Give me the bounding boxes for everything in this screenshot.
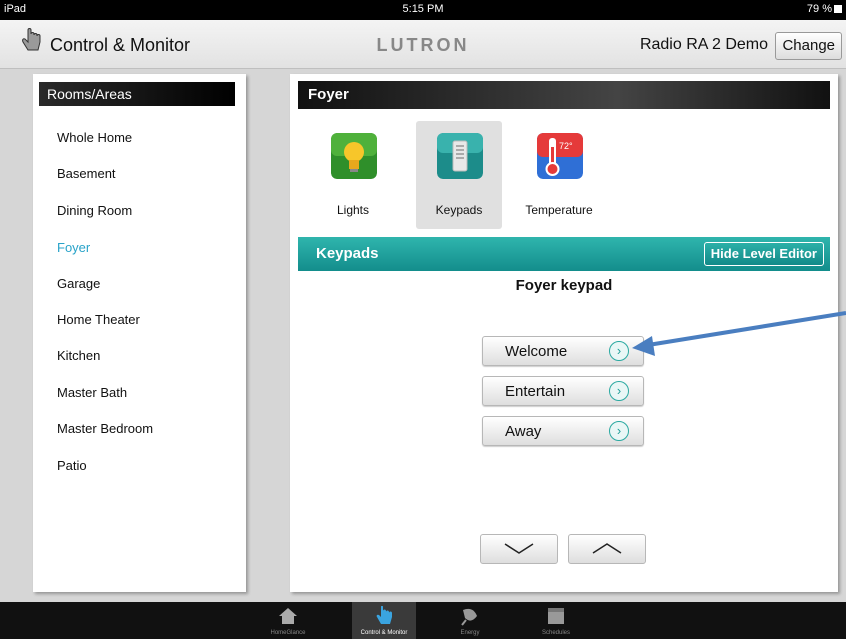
battery-indicator: 79 % [807, 3, 842, 15]
keypad-button-label: Entertain [505, 383, 566, 400]
chevron-right-icon[interactable]: › [609, 421, 629, 441]
tab-label: Energy [460, 630, 480, 636]
scroll-up-button[interactable] [568, 534, 646, 564]
room-item[interactable]: Whole Home [57, 130, 132, 145]
keypad-button-label: Welcome [505, 343, 568, 360]
battery-label: 79 % [806, 3, 832, 15]
tab-label: Schedules [541, 630, 571, 636]
chevron-down-icon [504, 543, 534, 554]
category-label: Keypads [435, 203, 483, 217]
category-keypads[interactable]: Keypads [416, 121, 502, 229]
chevron-right-icon[interactable]: › [609, 341, 629, 361]
room-item[interactable]: Patio [57, 458, 87, 473]
keypad-button-entertain[interactable]: Entertain › [482, 376, 644, 406]
bottom-tab-bar: HomeGlance Control & Monitor Energy Sche… [0, 602, 846, 639]
thermometer-icon: 72° [537, 133, 583, 179]
section-title: Keypads [316, 245, 379, 262]
category-temperature[interactable]: 72° Temperature [516, 121, 602, 229]
room-item-active[interactable]: Foyer [57, 240, 90, 255]
category-label: Lights [336, 203, 370, 217]
change-button[interactable]: Change [775, 32, 842, 60]
rooms-panel: Rooms/Areas Whole Home Basement Dining R… [33, 74, 246, 592]
tab-control-monitor[interactable]: Control & Monitor [352, 602, 416, 639]
lightbulb-icon [331, 133, 377, 179]
hide-level-editor-button[interactable]: Hide Level Editor [703, 242, 824, 266]
calendar-icon [548, 608, 564, 624]
scroll-down-button[interactable] [480, 534, 558, 564]
category-label: Temperature [525, 203, 593, 217]
clock: 5:15 PM [402, 3, 444, 15]
room-item[interactable]: Basement [57, 166, 116, 181]
tab-schedules[interactable]: Schedules [524, 602, 588, 639]
temperature-reading: 72° [559, 141, 573, 151]
keypads-section-header: Keypads Hide Level Editor [298, 237, 830, 271]
room-item[interactable]: Master Bedroom [57, 421, 153, 436]
app-header: Control & Monitor LUTRON Radio RA 2 Demo… [0, 20, 846, 69]
room-item[interactable]: Garage [57, 276, 100, 291]
keypad-button-away[interactable]: Away › [482, 416, 644, 446]
room-title: Foyer [298, 81, 830, 109]
keypad-icon [437, 133, 483, 179]
tab-homeglance[interactable]: HomeGlance [256, 602, 320, 639]
chevron-up-icon [592, 543, 622, 554]
tab-energy[interactable]: Energy [438, 602, 502, 639]
category-lights[interactable]: Lights [310, 121, 396, 229]
chevron-right-icon[interactable]: › [609, 381, 629, 401]
keypad-button-welcome[interactable]: Welcome › [482, 336, 644, 366]
battery-icon [834, 5, 842, 13]
keypad-button-label: Away [505, 423, 542, 440]
room-item[interactable]: Home Theater [57, 312, 140, 327]
status-bar: iPad 5:15 PM 79 % [0, 0, 846, 20]
energy-icon [461, 608, 477, 626]
home-icon [279, 608, 297, 624]
room-item[interactable]: Kitchen [57, 348, 100, 363]
system-name: Radio RA 2 Demo [639, 36, 768, 53]
room-item[interactable]: Dining Room [57, 203, 132, 218]
tab-label: HomeGlance [270, 630, 306, 636]
tab-label: Control & Monitor [360, 630, 408, 636]
hand-pointer-icon [376, 606, 392, 624]
rooms-header: Rooms/Areas [39, 82, 235, 106]
room-item[interactable]: Master Bath [57, 385, 127, 400]
room-detail-panel: Foyer Lights Keypads 72° Temperature Key… [290, 74, 838, 592]
keypad-name: Foyer keypad [515, 277, 613, 294]
